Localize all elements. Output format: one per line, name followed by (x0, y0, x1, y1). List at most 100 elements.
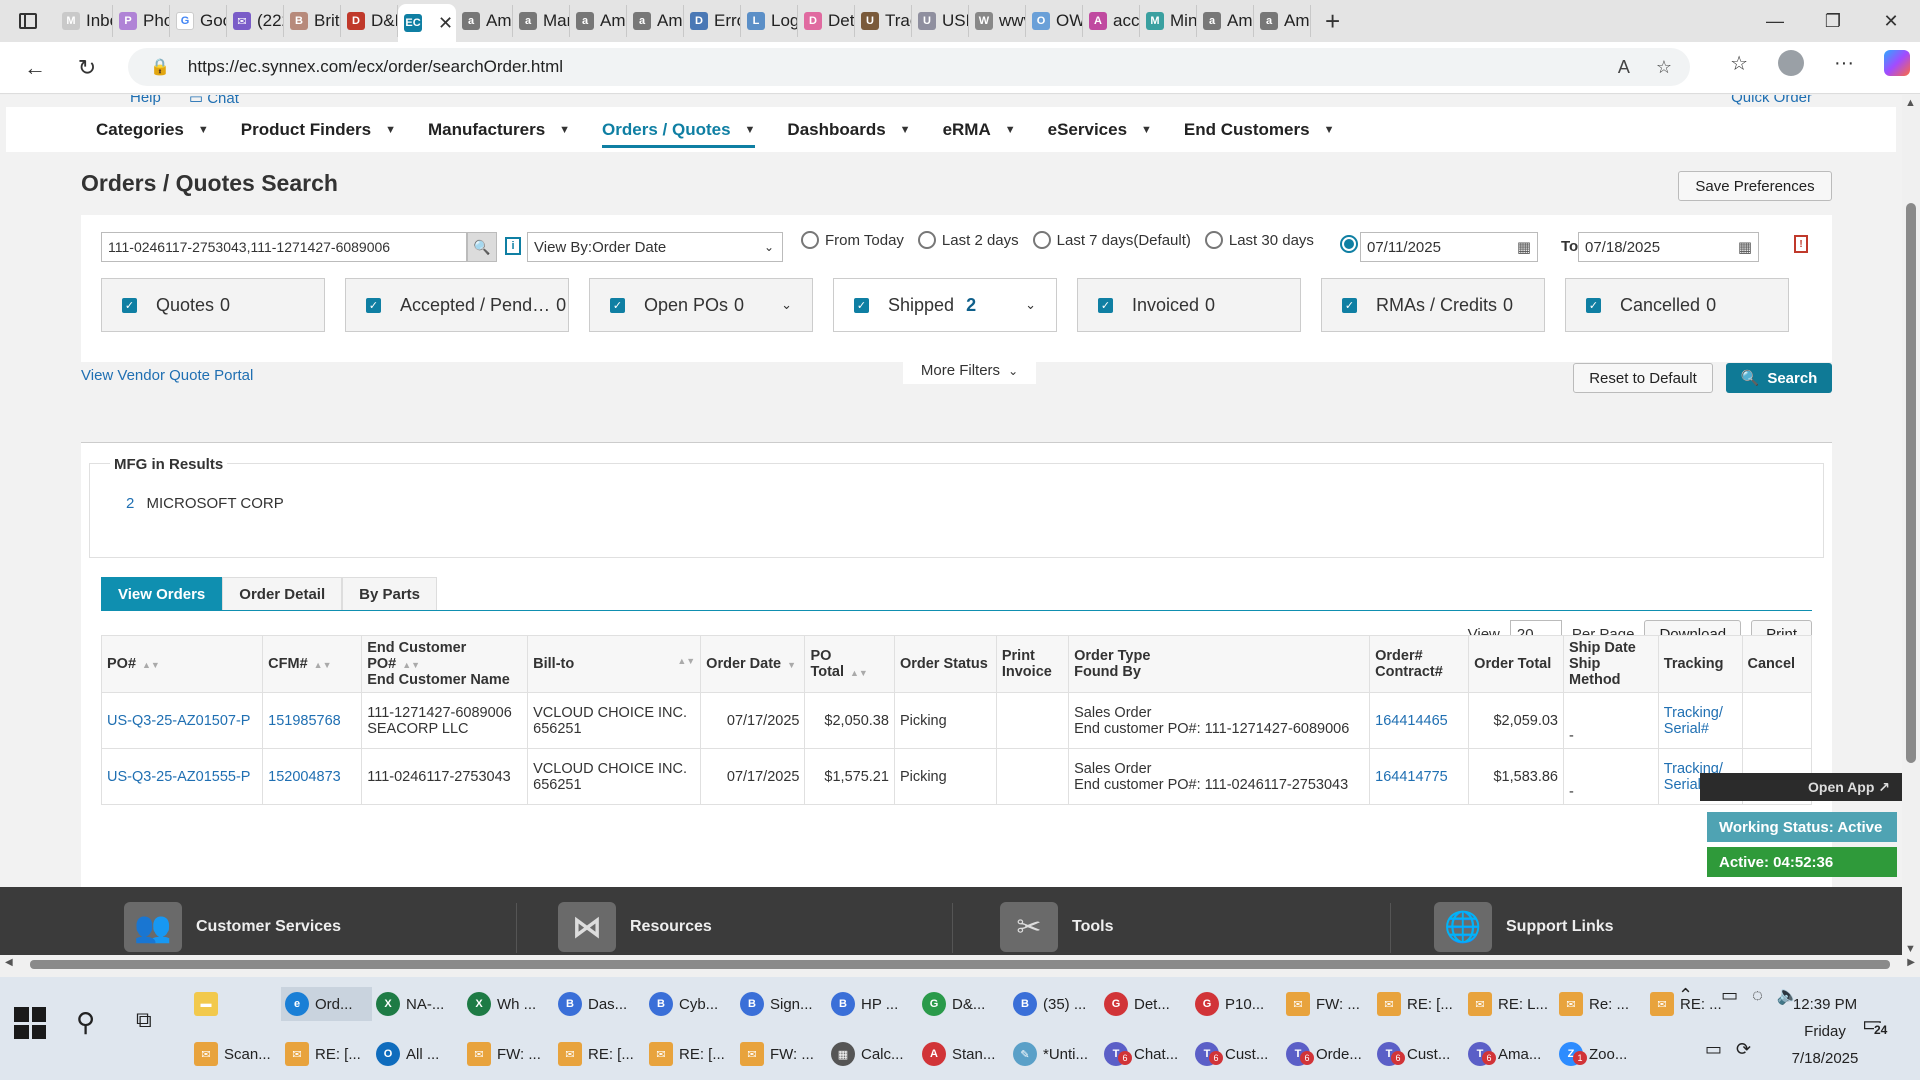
menu-item-manufacturers[interactable]: Manufacturers ▼ (428, 107, 570, 152)
taskbar-app[interactable]: e Ord... (281, 987, 372, 1021)
sync-icon[interactable]: ⟳ (1736, 1039, 1751, 1060)
checkbox-checked-icon[interactable]: ✓ (854, 297, 869, 313)
save-preferences-button[interactable]: Save Preferences (1678, 171, 1832, 201)
read-aloud-icon[interactable]: A (1618, 57, 1630, 78)
status-filter-rmas-credits[interactable]: ✓ RMAs / Credits 0 (1321, 278, 1545, 332)
profile-avatar[interactable] (1778, 50, 1805, 76)
menu-item-categories[interactable]: Categories ▼ (96, 107, 209, 152)
clear-dates-icon[interactable]: ! (1794, 235, 1808, 253)
browser-tab[interactable]: D D&H (341, 5, 398, 37)
minimize-button[interactable]: — (1746, 0, 1804, 42)
vendor-quote-portal-link[interactable]: View Vendor Quote Portal (81, 367, 253, 384)
checkbox-checked-icon[interactable]: ✓ (1586, 297, 1601, 313)
taskbar-search-icon[interactable]: ⚲ (76, 1007, 95, 1038)
refresh-button[interactable]: ↻ (62, 48, 112, 88)
horizontal-scroll-thumb[interactable] (30, 960, 1890, 969)
chevron-up-icon[interactable]: ⌃ (1678, 985, 1693, 1006)
copilot-icon[interactable] (1884, 50, 1910, 76)
taskbar-app[interactable]: B Das... (554, 987, 645, 1021)
taskbar-app[interactable]: G P10... (1191, 987, 1282, 1021)
taskbar-app[interactable]: ✉ RE: [... (281, 1037, 372, 1071)
browser-tab[interactable]: ✉ (222 (227, 5, 284, 37)
col-bill-to[interactable]: Bill-to ▲▼ (527, 635, 702, 693)
taskbar-app[interactable]: B Cyb... (645, 987, 736, 1021)
chat-link[interactable]: ▭ Chat (189, 95, 239, 107)
order-search-input[interactable]: 111-0246117-2753043,111-1271427-6089006 (101, 232, 467, 262)
browser-tab[interactable]: G Goo (170, 5, 227, 37)
checkbox-checked-icon[interactable]: ✓ (366, 297, 381, 313)
url-field[interactable]: 🔒 https://ec.synnex.com/ecx/order/search… (128, 48, 1690, 86)
browser-tab[interactable]: Aaccc (1083, 5, 1140, 37)
scroll-up-icon[interactable]: ▲ (1905, 97, 1916, 109)
back-button[interactable]: ← (10, 48, 60, 88)
tab-by-parts[interactable]: By Parts (342, 577, 438, 611)
help-link[interactable]: Help (130, 95, 161, 107)
col-cfm[interactable]: CFM# ▲▼ (262, 635, 363, 693)
checkbox-checked-icon[interactable]: ✓ (1342, 297, 1357, 313)
chevron-down-icon[interactable]: ⌄ (1025, 297, 1036, 313)
footer-customer-services[interactable]: 👥 Customer Services (124, 902, 341, 952)
taskbar-app[interactable]: X Wh ... (463, 987, 554, 1021)
browser-tab[interactable]: O OW( (1026, 5, 1083, 37)
taskbar-app[interactable]: T 6 Cust... (1191, 1037, 1282, 1071)
vertical-scrollbar[interactable]: ▲ ▼ (1902, 95, 1920, 957)
taskbar-app[interactable]: Z 1 Zoo... (1555, 1037, 1646, 1071)
taskbar-app[interactable]: ✉ Scan... (190, 1037, 281, 1071)
browser-tab[interactable]: L Log (741, 5, 798, 37)
working-status-badge[interactable]: Working Status: Active (1707, 812, 1897, 842)
taskbar-app[interactable]: ✉ RE: [... (645, 1037, 736, 1071)
custom-range-radio[interactable] (1340, 235, 1358, 253)
menu-item-erma[interactable]: eRMA ▼ (943, 107, 1016, 152)
status-filter-cancelled[interactable]: ✓ Cancelled 0 (1565, 278, 1789, 332)
more-filters-button[interactable]: More Filters ⌄ (903, 357, 1036, 384)
order-number-link[interactable]: 164414465 (1375, 713, 1448, 729)
scroll-down-icon[interactable]: ▼ (1905, 943, 1916, 955)
taskbar-app[interactable]: ✉ Re: ... (1555, 987, 1646, 1021)
browser-tab[interactable]: B Briti (284, 5, 341, 37)
taskbar-app[interactable]: ✉ FW: ... (736, 1037, 827, 1071)
radio-circle[interactable] (1204, 231, 1223, 249)
battery-icon[interactable]: ▭ (1721, 985, 1738, 1006)
status-filter-quotes[interactable]: ✓ Quotes 0 (101, 278, 325, 332)
browser-tab[interactable]: EC ✕ (398, 4, 456, 42)
taskbar-app[interactable]: ✉ RE: [... (1373, 987, 1464, 1021)
menu-item-product-finders[interactable]: Product Finders ▼ (241, 107, 396, 152)
new-tab-button[interactable]: + (1325, 6, 1340, 37)
menu-item-end-customers[interactable]: End Customers ▼ (1184, 107, 1335, 152)
browser-tab[interactable]: a Ama (570, 5, 627, 37)
taskbar-app[interactable]: A Stan... (918, 1037, 1009, 1071)
browser-tab[interactable]: U USP (912, 5, 969, 37)
taskbar-app[interactable]: ✉ FW: ... (1282, 987, 1373, 1021)
taskbar-app[interactable]: ✎ *Unti... (1009, 1037, 1100, 1071)
menu-item-eservices[interactable]: eServices ▼ (1048, 107, 1152, 152)
browser-tab[interactable]: a Ama (627, 5, 684, 37)
info-icon[interactable]: i (505, 237, 521, 255)
taskbar-app[interactable]: B Sign... (736, 987, 827, 1021)
status-filter-accepted-pend[interactable]: ✓ Accepted / Pend… 0 (345, 278, 569, 332)
favorite-star-icon[interactable]: ☆ (1656, 57, 1672, 78)
calendar-icon[interactable]: ▦ (1517, 238, 1531, 256)
footer-resources[interactable]: ⋈ Resources (558, 902, 712, 952)
reset-to-default-button[interactable]: Reset to Default (1573, 363, 1713, 393)
date-to-field[interactable]: 07/18/2025 ▦ (1578, 232, 1759, 262)
date-from-field[interactable]: 07/11/2025 ▦ (1360, 232, 1538, 262)
taskbar-app[interactable]: ▦ Calc... (827, 1037, 918, 1071)
checkbox-checked-icon[interactable]: ✓ (610, 297, 625, 313)
order-number-link[interactable]: 164414775 (1375, 769, 1448, 785)
tracking-link[interactable]: Tracking/ (1664, 705, 1723, 721)
taskbar-app[interactable]: ▬ (190, 987, 281, 1021)
browser-tab[interactable]: U Trac (855, 5, 912, 37)
task-view-icon[interactable]: ⧉ (136, 1007, 152, 1033)
tab-actions-button[interactable] (0, 0, 56, 42)
browser-tab[interactable]: a Ama (1197, 5, 1254, 37)
radio-circle[interactable] (917, 231, 936, 249)
taskbar-app[interactable]: ✉ FW: ... (463, 1037, 554, 1071)
checkbox-checked-icon[interactable]: ✓ (1098, 297, 1113, 313)
favorites-icon[interactable]: ☆ (1730, 51, 1748, 76)
cfm-link[interactable]: 152004873 (268, 769, 341, 785)
browser-tab[interactable]: D Deta (798, 5, 855, 37)
tab-order-detail[interactable]: Order Detail (222, 577, 343, 611)
view-by-select[interactable]: View By:Order Date ⌄ (527, 232, 783, 262)
browser-tab[interactable]: M Mini (1140, 5, 1197, 37)
search-go-button[interactable]: 🔍 (467, 232, 497, 262)
